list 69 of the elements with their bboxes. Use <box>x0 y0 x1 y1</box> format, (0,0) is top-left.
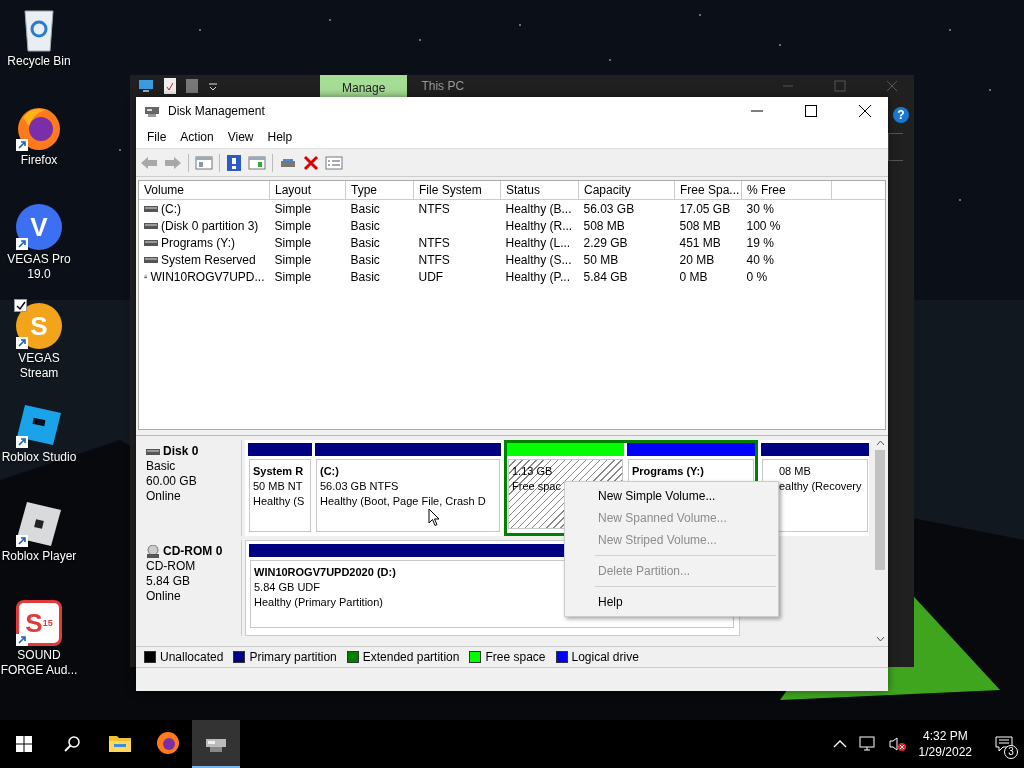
disk-name: CD-ROM 0 <box>163 544 223 559</box>
table-cell: Basic <box>350 218 380 233</box>
legend-label: Extended partition <box>362 650 460 664</box>
table-cell: Healthy (S... <box>505 252 572 267</box>
window-title: This PC <box>421 79 465 93</box>
table-cell: System Reserved <box>161 252 256 267</box>
table-cell: 100 % <box>746 218 781 233</box>
table-cell: Basic <box>350 201 380 216</box>
disk-size: 5.84 GB <box>146 574 192 589</box>
partition-status: ealthy (Recovery <box>779 479 862 494</box>
table-cell: Healthy (L... <box>505 235 571 250</box>
table-cell: Healthy (P... <box>505 269 570 284</box>
table-cell: NTFS <box>418 201 450 216</box>
table-cell: 56.03 GB <box>583 201 635 216</box>
table-cell: Simple <box>274 218 312 233</box>
notification-count: 3 <box>1004 745 1018 759</box>
legend-label: Logical drive <box>571 650 639 664</box>
legend-label: Primary partition <box>249 650 337 664</box>
table-cell: 20 MB <box>679 252 715 267</box>
partition-size: 50 MB NT <box>253 479 303 494</box>
disk-name: Disk 0 <box>163 444 199 459</box>
partition-status: Healthy (S <box>253 494 305 509</box>
disk-status: Online <box>146 589 182 604</box>
table-cell: 19 % <box>746 235 774 250</box>
disk-size: 60.00 GB <box>146 474 198 489</box>
table-cell: 40 % <box>746 252 774 267</box>
table-cell: Simple <box>274 201 312 216</box>
table-cell: Healthy (R... <box>505 218 573 233</box>
table-cell: Programs (Y:) <box>161 235 235 250</box>
partition-status: Free spac <box>512 479 561 494</box>
table-cell: Simple <box>274 235 312 250</box>
table-cell: WIN10ROGV7UPD... <box>150 269 265 284</box>
table-cell: (Disk 0 partition 3) <box>161 218 259 233</box>
window-title: Disk Management <box>168 104 265 118</box>
partition-status: Healthy (Boot, Page File, Crash D <box>320 494 486 509</box>
table-cell: 508 MB <box>583 218 625 233</box>
disk-type: Basic <box>146 459 177 474</box>
legend-label: Free space <box>485 650 546 664</box>
table-cell: 50 MB <box>583 252 619 267</box>
partition-name: System R <box>253 464 304 479</box>
partition-size: 56.03 GB NTFS <box>320 479 399 494</box>
partition-size: 1.13 GB <box>512 464 553 479</box>
table-cell: 5.84 GB <box>583 269 628 284</box>
partition-name: (C:) <box>320 464 339 479</box>
table-cell: NTFS <box>418 252 450 267</box>
table-cell: Basic <box>350 235 380 250</box>
table-cell: 2.29 GB <box>583 235 628 250</box>
table-cell: Basic <box>350 252 380 267</box>
table-cell: Basic <box>350 269 380 284</box>
table-cell: (C:) <box>161 201 181 216</box>
legend-label: Unallocated <box>160 650 224 664</box>
disk-type: CD-ROM <box>146 559 197 574</box>
partition-size: 08 MB <box>779 464 811 479</box>
partition-size: 5.84 GB UDF <box>254 580 321 595</box>
table-cell: 451 MB <box>679 235 721 250</box>
table-cell: NTFS <box>418 235 450 250</box>
table-cell: 0 % <box>746 269 768 284</box>
table-cell: 0 MB <box>679 269 708 284</box>
partition-status: Healthy (Primary Partition) <box>254 595 383 610</box>
partition-name: Programs (Y:) <box>632 464 704 479</box>
table-cell: Healthy (B... <box>505 201 572 216</box>
partition-name: WIN10ROGV7UPD2020 (D:) <box>254 565 396 580</box>
disk-status: Online <box>146 489 182 504</box>
table-cell: Simple <box>274 252 312 267</box>
table-cell: 17.05 GB <box>679 201 731 216</box>
table-cell: Simple <box>274 269 312 284</box>
table-cell: 508 MB <box>679 218 721 233</box>
table-cell: UDF <box>418 269 444 284</box>
table-cell: 30 % <box>746 201 774 216</box>
